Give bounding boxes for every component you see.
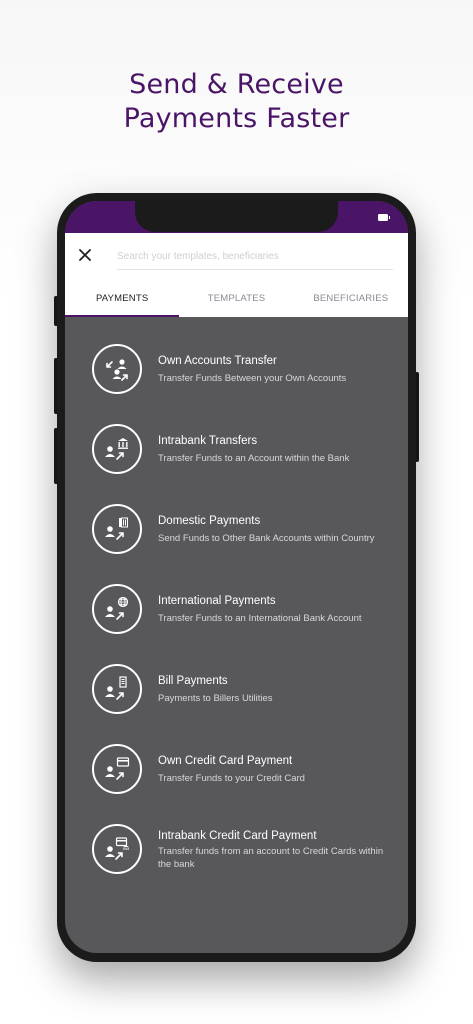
item-subtitle: Transfer Funds to an International Bank … [158, 613, 362, 624]
tab-bar: PAYMENTS TEMPLATES BENEFICIARIES [65, 281, 408, 317]
domestic-payment-icon [92, 504, 142, 554]
item-title: Own Credit Card Payment [158, 755, 293, 767]
list-item-intrabank-credit-card-payment[interactable]: Intrabank Credit Card Payment Transfer f… [65, 824, 408, 894]
item-title: Own Accounts Transfer [158, 355, 277, 367]
phone-notch [135, 201, 338, 232]
item-subtitle: Transfer Funds to your Credit Card [158, 773, 305, 784]
item-subtitle: Transfer Funds to an Account within the … [158, 453, 350, 464]
tab-templates[interactable]: TEMPLATES [179, 281, 293, 317]
close-icon[interactable] [77, 247, 93, 263]
item-subtitle: Payments to Billers Utilities [158, 693, 273, 704]
list-item-international-payments[interactable]: International Payments Transfer Funds to… [65, 584, 408, 654]
list-item-bill-payments[interactable]: Bill Payments Payments to Billers Utilit… [65, 664, 408, 734]
item-subtitle: Transfer funds from an account to Credit… [158, 846, 384, 870]
credit-card-icon [92, 744, 142, 794]
battery-icon [378, 214, 390, 221]
item-title: Intrabank Credit Card Payment [158, 830, 317, 842]
list-item-domestic-payments[interactable]: Domestic Payments Send Funds to Other Ba… [65, 504, 408, 574]
list-item-own-credit-card-payment[interactable]: Own Credit Card Payment Transfer Funds t… [65, 744, 408, 814]
search-bar [65, 233, 408, 281]
status-bar [65, 201, 408, 233]
item-subtitle: Transfer Funds Between your Own Accounts [158, 373, 347, 384]
tab-payments[interactable]: PAYMENTS [65, 281, 180, 317]
item-title: Bill Payments [158, 675, 228, 687]
bill-payment-icon [92, 664, 142, 714]
headline-line-1: Send & Receive [129, 69, 344, 100]
phone-frame: PAYMENTS TEMPLATES BENEFICIARIES Own [57, 193, 416, 962]
headline-line-2: Payments Faster [123, 103, 350, 134]
item-title: International Payments [158, 595, 276, 607]
item-title: Intrabank Transfers [158, 435, 258, 447]
globe-transfer-icon [92, 584, 142, 634]
bank-transfer-icon [92, 424, 142, 474]
bank-credit-card-icon [92, 824, 142, 874]
item-title: Domestic Payments [158, 515, 261, 527]
list-item-own-accounts-transfer[interactable]: Own Accounts Transfer Transfer Funds Bet… [65, 344, 408, 414]
phone-screen: PAYMENTS TEMPLATES BENEFICIARIES Own [65, 201, 408, 953]
tab-beneficiaries[interactable]: BENEFICIARIES [294, 281, 408, 317]
search-input[interactable] [117, 245, 393, 270]
list-item-intrabank-transfers[interactable]: Intrabank Transfers Transfer Funds to an… [65, 424, 408, 494]
item-subtitle: Send Funds to Other Bank Accounts within… [158, 533, 375, 544]
own-accounts-transfer-icon [92, 344, 142, 394]
headline: Send & Receive Payments Faster [0, 68, 473, 136]
